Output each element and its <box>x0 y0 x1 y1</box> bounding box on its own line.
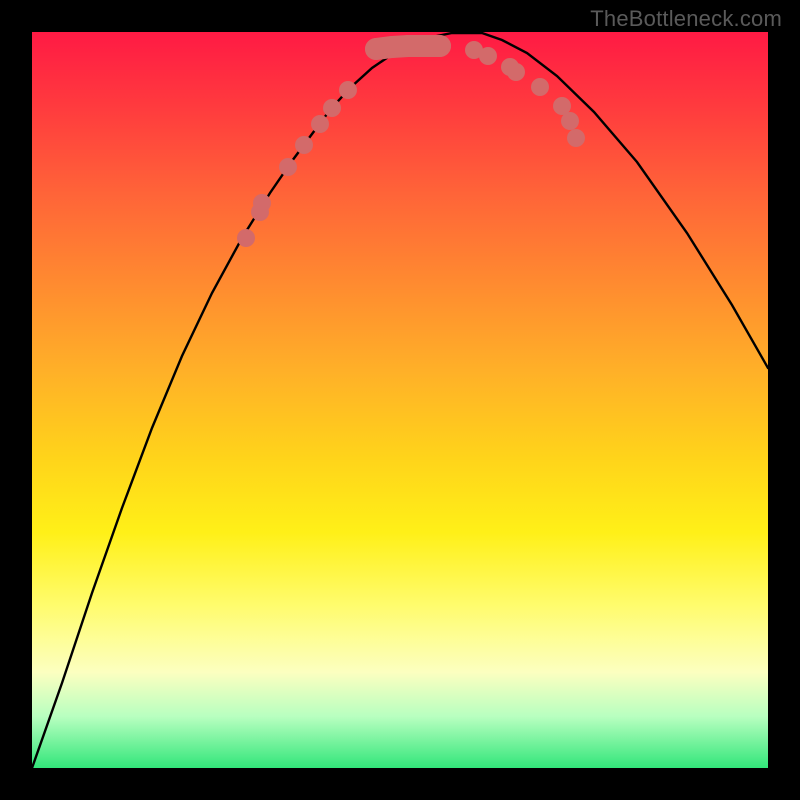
bottleneck-curve <box>32 33 768 768</box>
data-marker <box>507 63 525 81</box>
data-marker <box>561 112 579 130</box>
chart-frame: TheBottleneck.com <box>0 0 800 800</box>
data-marker <box>567 129 585 147</box>
chart-plot-area <box>32 32 768 768</box>
data-marker <box>237 229 255 247</box>
data-marker <box>531 78 549 96</box>
data-marker <box>429 35 451 57</box>
data-marker <box>279 158 297 176</box>
data-marker <box>295 136 313 154</box>
data-marker <box>323 99 341 117</box>
data-marker <box>311 115 329 133</box>
bottleneck-chart <box>32 32 768 768</box>
data-marker <box>253 194 271 212</box>
data-marker <box>339 81 357 99</box>
data-marker <box>479 47 497 65</box>
watermark-text: TheBottleneck.com <box>590 6 782 32</box>
